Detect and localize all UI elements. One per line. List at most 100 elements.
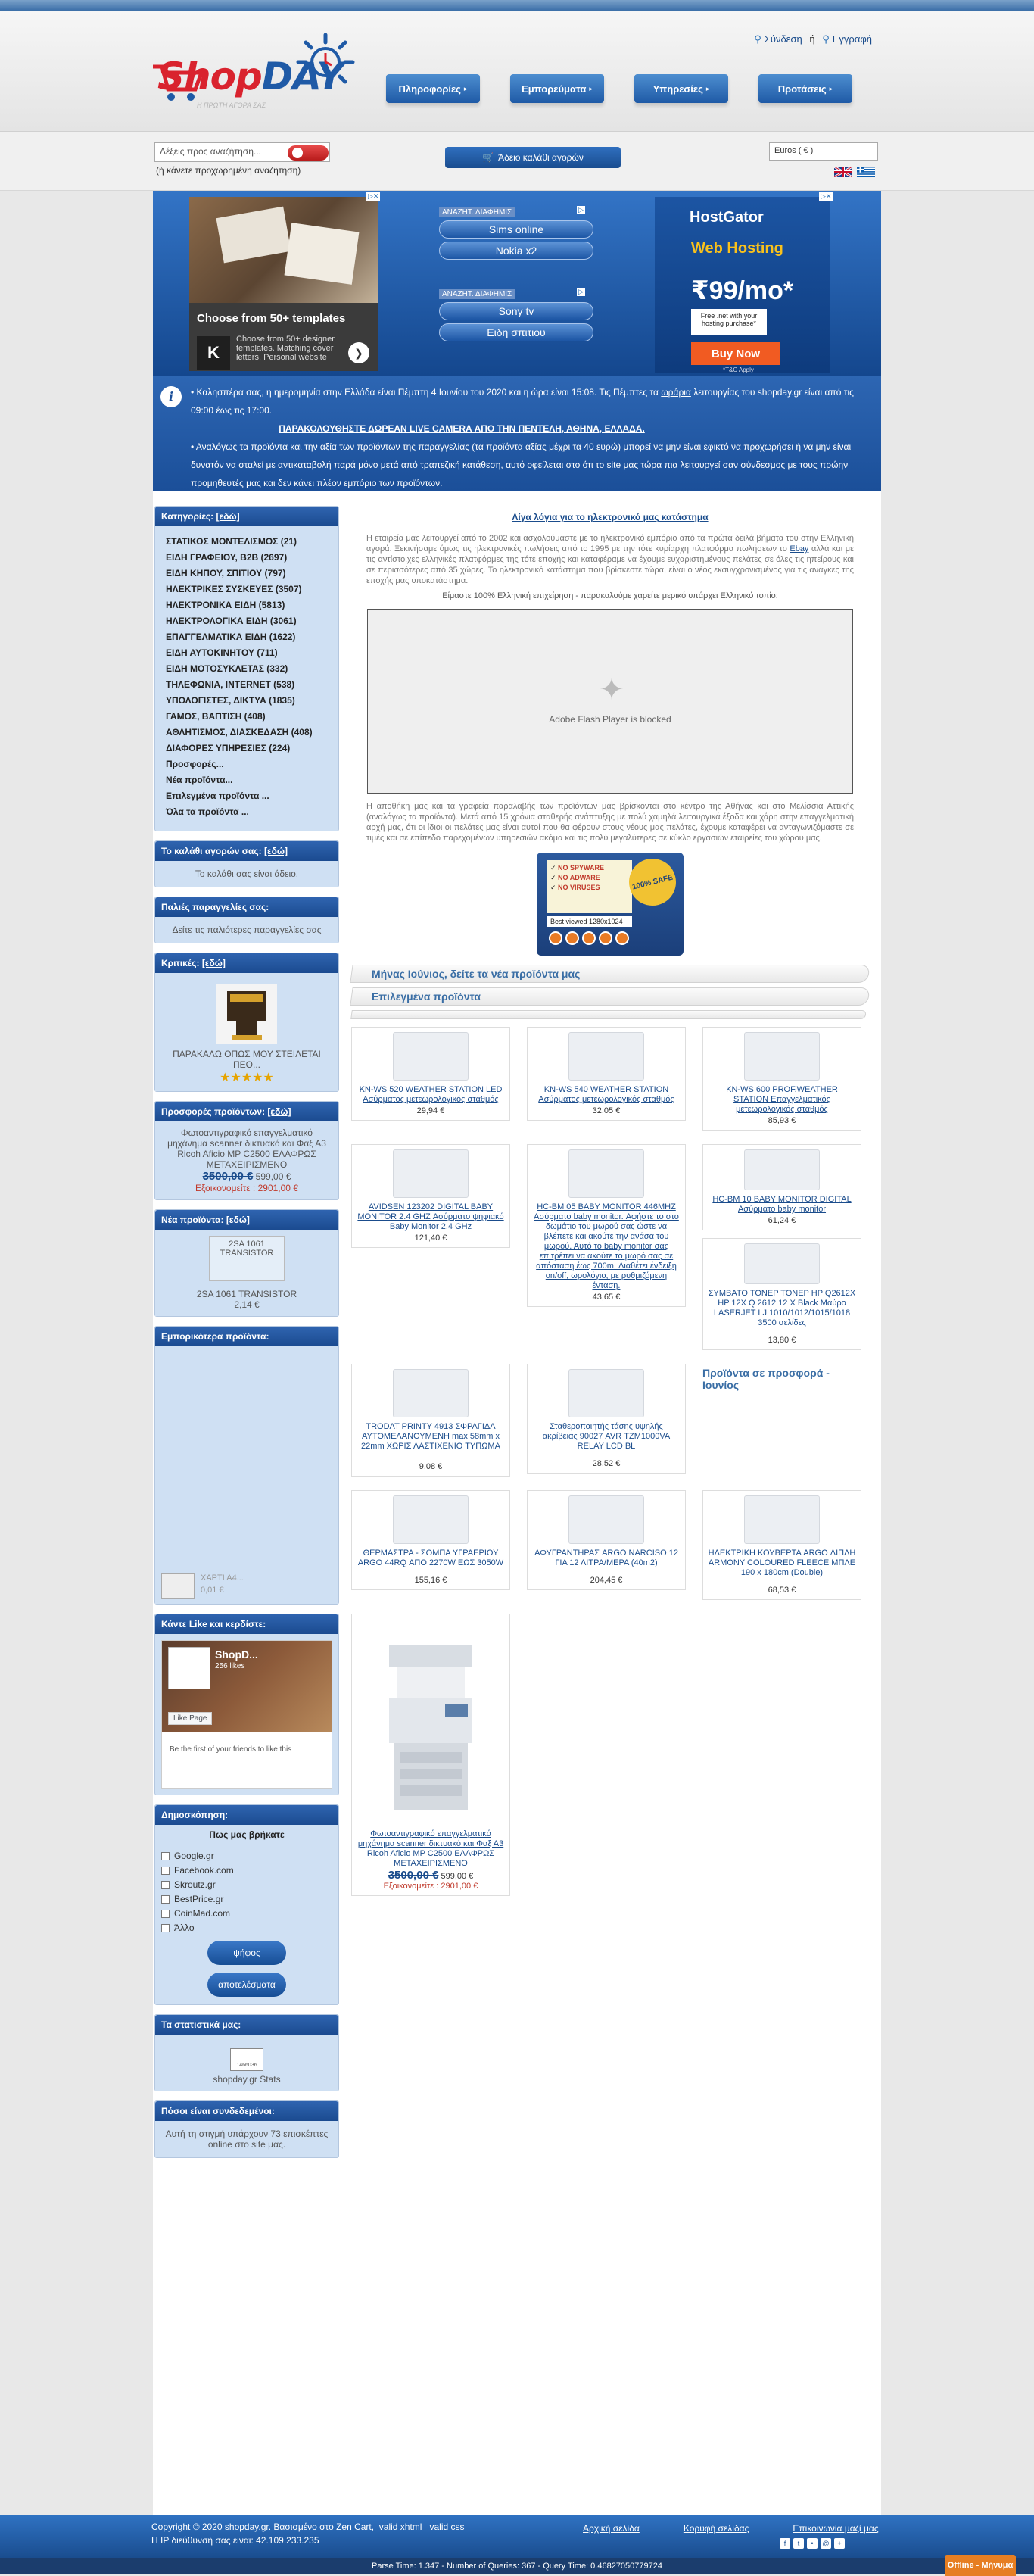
greek-flag-icon[interactable] bbox=[857, 167, 875, 177]
product-image[interactable] bbox=[393, 1149, 469, 1198]
checkbox-icon[interactable] bbox=[161, 1910, 170, 1919]
product-name[interactable]: KN-WS 520 WEATHER STATION LED Ασύρματος … bbox=[357, 1085, 505, 1105]
product-card[interactable]: Φωτοαντιγραφικό επαγγελματικό μηχάνημα s… bbox=[351, 1614, 510, 1896]
facebook-like-button[interactable]: Like Page bbox=[168, 1712, 213, 1725]
poll-vote-button[interactable]: ψήφος bbox=[207, 1941, 286, 1965]
poll-results-button[interactable]: αποτελέσματα bbox=[207, 1973, 286, 1997]
share-icon[interactable]: + bbox=[834, 2538, 845, 2549]
zencart-link[interactable]: Zen Cart bbox=[336, 2521, 372, 2532]
category-item[interactable]: Νέα προϊόντα... bbox=[166, 775, 332, 785]
category-item[interactable]: ΑΘΛΗΤΙΣΜΟΣ, ΔΙΑΣΚΕΔΑΣΗ (408) bbox=[166, 728, 332, 738]
product-name[interactable]: Σταθεροποιητής τάσης υψηλής ακρίβειας 90… bbox=[532, 1422, 681, 1452]
product-name[interactable]: ΑΦΥΓΡΑΝΤΗΡΑΣ ARGO NARCISO 12 ΓΙΑ 12 ΛΙΤΡ… bbox=[532, 1548, 681, 1568]
nav-goods-button[interactable]: Εμπορεύματα ▸ bbox=[510, 74, 604, 103]
category-item[interactable]: ΔΙΑΦΟΡΕΣ ΥΠΗΡΕΣΙΕΣ (224) bbox=[166, 744, 332, 753]
shopday-logo[interactable]: ShopDAY Η ΠΡΩΤΗ ΑΓΟΡΑ ΣΑΣ bbox=[151, 32, 356, 123]
uk-flag-icon[interactable] bbox=[834, 167, 852, 177]
checkbox-icon[interactable] bbox=[161, 1852, 170, 1861]
chevron-right-icon[interactable]: ❯ bbox=[348, 342, 369, 363]
email-icon[interactable]: @ bbox=[821, 2538, 831, 2549]
product-card[interactable]: TRODAT PRINTY 4913 ΣΦΡΑΓΙΔΑ ΑΥΤΟΜΕΛΑΝΟΥΜ… bbox=[351, 1364, 510, 1477]
product-image[interactable] bbox=[744, 1243, 820, 1284]
category-item[interactable]: ΗΛΕΚΤΡΟΝΙΚΑ ΕΙΔΗ (5813) bbox=[166, 600, 332, 610]
product-image[interactable] bbox=[568, 1032, 644, 1081]
product-image[interactable] bbox=[393, 1495, 469, 1544]
category-item[interactable]: ΓΑΜΟΣ, ΒΑΠΤΙΣΗ (408) bbox=[166, 712, 332, 722]
templates-ad[interactable]: Choose from 50+ templates K Choose from … bbox=[189, 197, 378, 371]
copier-product-image[interactable] bbox=[374, 1629, 487, 1819]
product-image[interactable] bbox=[744, 1032, 820, 1081]
poll-option[interactable]: Skroutz.gr bbox=[161, 1879, 332, 1890]
ad-choices-icon[interactable]: ▷✕ bbox=[366, 192, 381, 201]
advanced-search-hint[interactable]: (ή κάνετε προχωρημένη αναζήτηση) bbox=[156, 165, 301, 176]
category-item[interactable]: ΗΛΕΚΤΡΙΚΕΣ ΣΥΣΚΕΥΕΣ (3507) bbox=[166, 585, 332, 594]
category-item[interactable]: Όλα τα προϊόντα ... bbox=[166, 807, 332, 817]
product-name[interactable]: HC-BM 10 BABY MONITOR DIGITAL Ασύρματο b… bbox=[708, 1195, 856, 1215]
featured-product-image[interactable] bbox=[161, 1573, 195, 1599]
product-card[interactable]: ΘΕΡΜΑΣΤΡΑ - ΣΟΜΠΑ ΥΓΡΑΕΡΙΟΥ ARGO 44RQ ΑΠ… bbox=[351, 1490, 510, 1590]
product-name[interactable]: ΣΥΜΒΑΤΟ ΤΟΝΕΡ ΤΟΝΕΡ HP Q2612X HP 12X Q 2… bbox=[708, 1289, 856, 1328]
new-products-edit-link[interactable]: [εδώ] bbox=[226, 1215, 250, 1225]
product-image[interactable] bbox=[393, 1369, 469, 1417]
offer-product-name[interactable]: Φωτοαντιγραφικό επαγγελματικό μηχάνημα s… bbox=[161, 1127, 332, 1170]
product-card[interactable]: ΑΦΥΓΡΑΝΤΗΡΑΣ ARGO NARCISO 12 ΓΙΑ 12 ΛΙΤΡ… bbox=[527, 1490, 686, 1590]
product-name[interactable]: KN-WS 600 PROF.WEATHER STATION Επαγγελμα… bbox=[708, 1085, 856, 1115]
twitter-icon[interactable]: t bbox=[793, 2538, 804, 2549]
contact-link[interactable]: Επικοινωνία μαζί μας bbox=[793, 2523, 878, 2534]
hostgator-ad[interactable]: HostGator Web Hosting ₹99/mo* Free .net … bbox=[655, 197, 830, 373]
new-product-name[interactable]: 2SA 1061 TRANSISTOR bbox=[161, 1289, 332, 1299]
category-item[interactable]: ΕΙΔΗ ΑΥΤΟΚΙΝΗΤΟΥ (711) bbox=[166, 648, 332, 658]
chat-button[interactable]: Offline - Μήνυμα bbox=[945, 2555, 1016, 2576]
offers-edit-link[interactable]: [εδώ] bbox=[267, 1106, 291, 1117]
poll-option[interactable]: BestPrice.gr bbox=[161, 1894, 332, 1904]
product-name[interactable]: TRODAT PRINTY 4913 ΣΦΡΑΓΙΔΑ ΑΥΤΟΜΕΛΑΝΟΥΜ… bbox=[357, 1422, 505, 1452]
product-card[interactable]: HC-BM 10 BABY MONITOR DIGITAL Ασύρματο b… bbox=[702, 1144, 861, 1230]
category-item[interactable]: ΕΙΔΗ ΚΗΠΟΥ, ΣΠΙΤΙΟΥ (797) bbox=[166, 569, 332, 579]
site-link[interactable]: shopday.gr bbox=[225, 2521, 269, 2532]
product-card[interactable]: KN-WS 600 PROF.WEATHER STATION Επαγγελμα… bbox=[702, 1027, 861, 1131]
about-title-link[interactable]: Λίγα λόγια για το ηλεκτρονικό μας κατάστ… bbox=[512, 512, 708, 522]
cart-button[interactable]: 🛒 Άδειο καλάθι αγορών bbox=[445, 147, 621, 168]
category-item[interactable]: Προσφορές... bbox=[166, 759, 332, 769]
login-link[interactable]: Σύνδεση bbox=[765, 33, 802, 45]
product-card[interactable]: AVIDSEN 123202 DIGITAL BABY MONITOR 2.4 … bbox=[351, 1144, 510, 1248]
register-link[interactable]: Εγγραφή bbox=[833, 33, 872, 45]
copier-name[interactable]: Φωτοαντιγραφικό επαγγελματικό μηχάνημα s… bbox=[357, 1829, 505, 1869]
category-item[interactable]: ΗΛΕΚΤΡΟΛΟΓΙΚΑ ΕΙΔΗ (3061) bbox=[166, 616, 332, 626]
home-link[interactable]: Αρχική σελίδα bbox=[583, 2523, 640, 2534]
stats-counter-icon[interactable]: 1466036 bbox=[230, 2048, 263, 2071]
product-image[interactable] bbox=[568, 1149, 644, 1198]
category-item[interactable]: ΤΗΛΕΦΩΝΙΑ, INTERNET (538) bbox=[166, 680, 332, 690]
new-product-image[interactable]: 2SA 1061 TRANSISTOR bbox=[209, 1236, 285, 1281]
currency-select[interactable]: Euros ( € ) bbox=[769, 142, 878, 161]
hostgator-buy-button[interactable]: Buy Now bbox=[691, 342, 780, 365]
checkbox-icon[interactable] bbox=[161, 1895, 170, 1904]
featured-products-bar[interactable]: Επιλεγμένα προϊόντα bbox=[350, 987, 870, 1006]
search-toggle-button[interactable] bbox=[288, 145, 329, 161]
checkbox-icon[interactable] bbox=[161, 1881, 170, 1890]
ad-search-option[interactable]: Sims online bbox=[439, 220, 593, 239]
product-image[interactable] bbox=[744, 1149, 820, 1190]
category-item[interactable]: Επιλεγμένα προϊόντα ... bbox=[166, 791, 332, 801]
product-name[interactable]: HC-BM 05 BABY MONITOR 446MHZ Ασύρματο ba… bbox=[532, 1202, 681, 1291]
product-card[interactable]: Σταθεροποιητής τάσης υψηλής ακρίβειας 90… bbox=[527, 1364, 686, 1474]
top-link[interactable]: Κορυφή σελίδας bbox=[684, 2523, 749, 2534]
checkbox-icon[interactable] bbox=[161, 1924, 170, 1933]
new-products-bar[interactable]: Μήνας Ιούνιος, δείτε τα νέα προϊόντα μας bbox=[350, 965, 870, 983]
flash-player-placeholder[interactable]: ✦ Adobe Flash Player is blocked bbox=[367, 609, 853, 794]
ad-choices-icon[interactable]: ▷ bbox=[577, 288, 585, 296]
nav-services-button[interactable]: Υπηρεσίες ▸ bbox=[634, 74, 728, 103]
category-item[interactable]: ΕΠΑΓΓΕΛΜΑΤΙΚΑ ΕΙΔΗ (1622) bbox=[166, 632, 332, 642]
rss-icon[interactable]: • bbox=[807, 2538, 818, 2549]
ad-search-option[interactable]: Ειδη σπιτιου bbox=[439, 323, 593, 341]
ad-search-option[interactable]: Nokia x2 bbox=[439, 242, 593, 260]
stats-link[interactable]: shopday.gr Stats bbox=[161, 2074, 332, 2085]
cart-edit-link[interactable]: [εδώ] bbox=[264, 846, 288, 856]
ad-search-option[interactable]: Sony tv bbox=[439, 302, 593, 320]
orders-text[interactable]: Δείτε τις παλιότερες παραγγελίες σας bbox=[155, 917, 338, 943]
checkbox-icon[interactable] bbox=[161, 1867, 170, 1876]
product-card[interactable]: KN-WS 520 WEATHER STATION LED Ασύρματος … bbox=[351, 1027, 510, 1121]
ad-choices-icon[interactable]: ▷ bbox=[577, 206, 585, 214]
xhtml-link[interactable]: valid xhtml bbox=[379, 2521, 422, 2532]
poll-option[interactable]: CoinMad.com bbox=[161, 1908, 332, 1919]
